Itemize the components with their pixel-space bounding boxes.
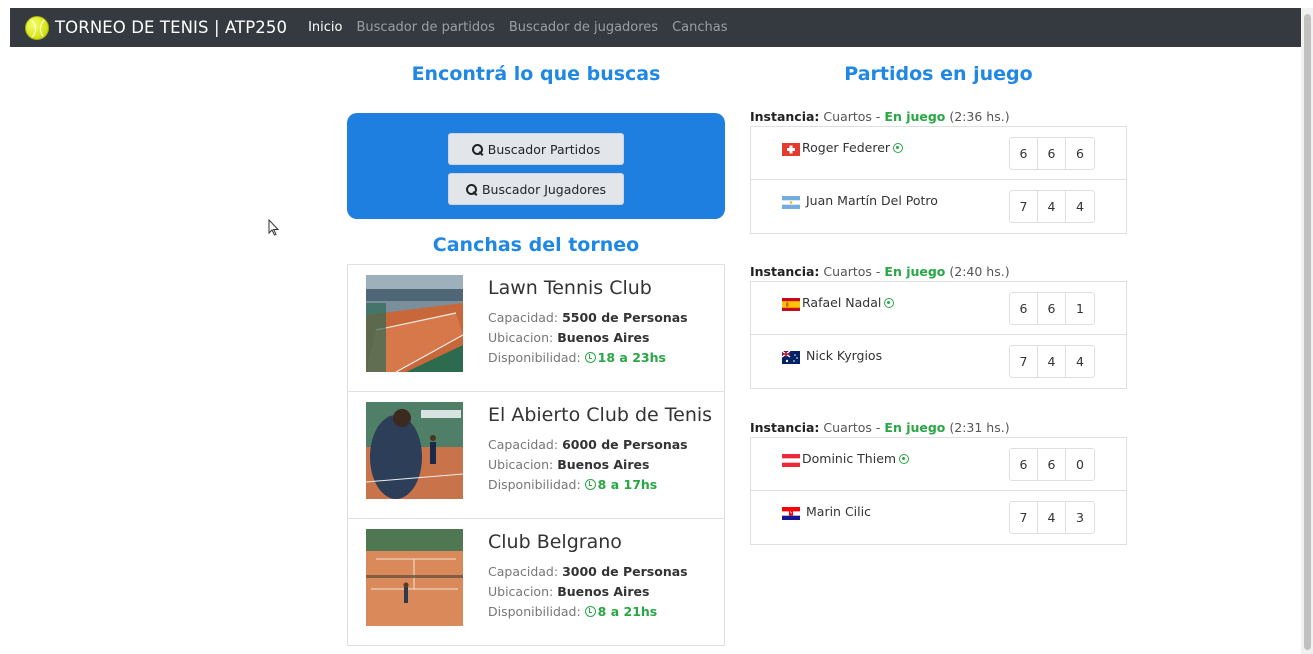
search-icon [465,183,477,195]
player-name: Rafael Nadal [802,295,895,310]
match-instance-line: Instancia: Cuartos - En juego (2:40 hs.) [750,264,1010,279]
player-name: Juan Martín Del Potro [806,193,938,208]
set-scores: 6 6 6 [1009,137,1095,170]
search-section-title: Encontrá lo que buscas [411,63,661,85]
top-navbar: TORNEO DE TENIS | ATP250 Inicio Buscador… [10,8,1301,47]
match-card[interactable]: Rafael Nadal 6 6 1 Nick Kyrgios 7 4 4 [750,281,1127,389]
set-score: 3 [1076,510,1084,525]
player-name: Roger Federer [802,140,904,155]
set-score: 4 [1076,354,1084,369]
court-availability: Disponibilidad: 18 a 23hs [488,350,666,365]
nav-links: Inicio Buscador de partidos Buscador de … [308,20,741,35]
set-scores: 6 6 0 [1009,448,1095,481]
player-row: Juan Martín Del Potro 7 4 4 [751,180,1126,233]
set-score: 7 [1010,346,1038,377]
tennis-ball-icon [25,15,49,40]
court-name: Lawn Tennis Club [488,277,652,299]
player-name: Dominic Thiem [802,451,910,466]
court-location: Ubicacion: Buenos Aires [488,330,650,345]
court-capacity: Capacidad: 5500 de Personas [488,310,688,325]
serving-indicator-icon [899,454,910,464]
clock-icon [584,479,596,490]
player-row: Nick Kyrgios 7 4 4 [751,335,1126,388]
court-availability: Disponibilidad: 8 a 21hs [488,604,658,619]
set-score: 6 [1076,146,1084,161]
player-name: Nick Kyrgios [806,348,883,363]
set-score: 7 [1010,191,1038,222]
player-row: Marin Cilic 7 4 3 [751,491,1126,544]
serving-indicator-icon [884,298,895,308]
brand-title: TORNEO DE TENIS | ATP250 [55,18,288,37]
australia-flag-icon [782,351,800,364]
set-score: 6 [1010,449,1038,480]
set-score: 4 [1076,199,1084,214]
serving-indicator-icon [893,143,904,153]
search-icon [471,143,483,155]
player-row: Dominic Thiem 6 6 0 [751,438,1126,491]
court-location: Ubicacion: Buenos Aires [488,457,650,472]
nav-link-buscador-jugadores[interactable]: Buscador de jugadores [509,20,658,35]
scrollbar-thumb[interactable] [1304,14,1311,650]
nav-link-canchas[interactable]: Canchas [672,20,727,35]
court-name: Club Belgrano [488,531,622,553]
set-scores: 7 4 4 [1009,190,1095,223]
page-scrollbar[interactable] [1301,8,1313,654]
matches-section-title: Partidos en juego [844,63,1033,85]
set-score: 6 [1038,449,1066,480]
set-scores: 7 4 3 [1009,501,1095,534]
court-name: El Abierto Club de Tenis [488,404,713,426]
set-score: 6 [1010,138,1038,169]
search-players-label: Buscador Jugadores [481,181,607,197]
court-card[interactable]: El Abierto Club de Tenis Capacidad: 6000… [348,392,724,519]
brand-link[interactable]: TORNEO DE TENIS | ATP250 [25,15,288,40]
courts-section-title: Canchas del torneo [432,234,640,256]
set-score: 6 [1038,293,1066,324]
player-name: Marin Cilic [806,504,871,519]
croatia-flag-icon [782,507,800,520]
set-score: 4 [1038,502,1066,533]
player-row: Rafael Nadal 6 6 1 [751,282,1126,335]
mouse-cursor-icon [268,219,280,236]
court-photo-lawn-tennis [366,275,463,372]
nav-link-inicio[interactable]: Inicio [308,20,342,35]
search-panel: Buscador Partidos Buscador Jugadores [347,113,725,219]
courts-list: Lawn Tennis Club Capacidad: 5500 de Pers… [347,264,725,646]
set-score: 1 [1076,301,1084,316]
court-photo-abierto-club [366,402,463,499]
set-score: 7 [1010,502,1038,533]
player-row: Roger Federer 6 6 6 [751,127,1126,180]
austria-flag-icon [782,454,800,467]
set-scores: 6 6 1 [1009,292,1095,325]
set-score: 6 [1010,293,1038,324]
match-card[interactable]: Roger Federer 6 6 6 Juan Martín Del Potr… [750,126,1127,234]
court-capacity: Capacidad: 6000 de Personas [488,437,688,452]
match-instance-line: Instancia: Cuartos - En juego (2:36 hs.) [750,109,1010,124]
court-location: Ubicacion: Buenos Aires [488,584,650,599]
search-matches-label: Buscador Partidos [487,141,601,157]
spain-flag-icon [782,298,800,311]
court-photo-club-belgrano [366,529,463,626]
search-matches-button[interactable]: Buscador Partidos [448,133,624,165]
search-players-button[interactable]: Buscador Jugadores [448,173,624,205]
clock-icon [584,352,596,363]
court-availability: Disponibilidad: 8 a 17hs [488,477,658,492]
clock-icon [584,606,596,617]
switzerland-flag-icon [782,143,800,156]
set-scores: 7 4 4 [1009,345,1095,378]
set-score: 6 [1038,138,1066,169]
set-score: 4 [1038,191,1066,222]
set-score: 0 [1076,457,1084,472]
match-card[interactable]: Dominic Thiem 6 6 0 Marin Cilic 7 4 3 [750,437,1127,545]
set-score: 4 [1038,346,1066,377]
court-card[interactable]: Club Belgrano Capacidad: 3000 de Persona… [348,519,724,646]
nav-link-buscador-partidos[interactable]: Buscador de partidos [356,20,494,35]
match-instance-line: Instancia: Cuartos - En juego (2:31 hs.) [750,420,1010,435]
court-capacity: Capacidad: 3000 de Personas [488,564,688,579]
argentina-flag-icon [782,196,800,209]
court-card[interactable]: Lawn Tennis Club Capacidad: 5500 de Pers… [348,265,724,392]
